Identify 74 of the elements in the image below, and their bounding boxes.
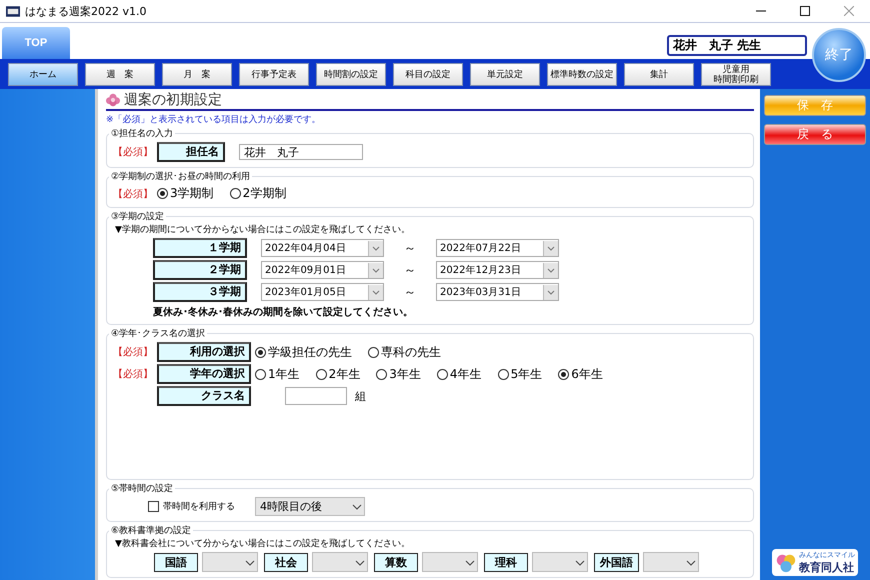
radio-option[interactable]: 学級担任の先生 — [255, 344, 352, 360]
radio-option[interactable]: 専科の先生 — [368, 344, 441, 360]
class-name-field[interactable] — [285, 387, 347, 405]
period-dropdown[interactable]: 4時限目の後 — [255, 497, 365, 516]
flower-icon — [106, 93, 120, 107]
radio-option[interactable]: 1年生 — [255, 366, 300, 382]
radio-option[interactable]: 5年生 — [498, 366, 542, 382]
section-title: ⑥教科書準拠の設定 — [110, 524, 192, 537]
publisher-dropdown[interactable] — [202, 552, 258, 572]
term-label: ３学期 — [153, 282, 247, 302]
date-picker[interactable]: 2023年03月31日 — [436, 283, 559, 301]
publisher-dropdown[interactable] — [643, 552, 699, 572]
teacher-name-field[interactable]: 花井 丸子 — [239, 144, 363, 160]
nav-tab[interactable]: 週 案 — [85, 62, 155, 86]
field-label: 利用の選択 — [157, 342, 251, 362]
back-button[interactable]: 戻 る — [764, 124, 866, 145]
subject-label: 国語 — [154, 552, 198, 572]
nav-tab[interactable]: 標準時数の設定 — [547, 62, 617, 86]
logo-name: 教育同人社 — [799, 560, 855, 575]
range-separator: ～ — [404, 284, 416, 300]
window-title: はなまる週案2022 v1.0 — [25, 4, 148, 18]
nav-tab[interactable]: 科目の設定 — [393, 62, 463, 86]
section-title: ⑤帯時間の設定 — [110, 482, 174, 495]
required-mark: 【必須】 — [113, 346, 153, 359]
subject-label: 算数 — [374, 552, 418, 572]
date-picker[interactable]: 2022年04月04日 — [261, 239, 384, 257]
publisher-dropdown[interactable] — [422, 552, 478, 572]
term-instruction: 夏休み･冬休み･春休みの期間を除いて設定してください。 — [153, 305, 414, 319]
date-picker[interactable]: 2023年01月05日 — [261, 283, 384, 301]
range-separator: ～ — [404, 262, 416, 278]
class-suffix: 組 — [355, 388, 366, 404]
required-mark: 【必須】 — [113, 146, 153, 159]
hint-text: ▼教科書会社について分からない場合にはこの設定を飛ばしてください。 — [115, 538, 411, 550]
section-title: ③学期の設定 — [110, 210, 166, 223]
date-picker[interactable]: 2022年09月01日 — [261, 261, 384, 279]
nav-tab[interactable]: ホーム — [8, 62, 78, 86]
range-separator: ～ — [404, 240, 416, 256]
app-icon — [6, 6, 20, 16]
nav-tab[interactable]: 児童用 時間割印刷 — [701, 62, 771, 86]
section-title: ①担任名の入力 — [110, 128, 174, 140]
publisher-dropdown[interactable] — [312, 552, 368, 572]
radio-option[interactable]: 2年生 — [316, 366, 360, 382]
subject-label: 社会 — [264, 552, 308, 572]
publisher-dropdown[interactable] — [532, 552, 588, 572]
nav-tab[interactable]: 単元設定 — [470, 62, 540, 86]
required-note: ※「必須」と表示されている項目は入力が必要です。 — [106, 114, 322, 126]
term-label: １学期 — [153, 238, 247, 258]
checkbox[interactable]: 帯時間を利用する — [148, 500, 235, 513]
radio-option[interactable]: 3年生 — [376, 366, 421, 382]
page-title: 週案の初期設定 — [124, 91, 222, 109]
field-label: 担任名 — [157, 142, 225, 162]
nav-tab[interactable]: 時間割の設定 — [316, 62, 386, 86]
date-picker[interactable]: 2022年07月22日 — [436, 239, 559, 257]
user-name-field: 花井 丸子 先生 — [667, 35, 807, 56]
subject-label: 理科 — [484, 552, 528, 572]
date-picker[interactable]: 2022年12月23日 — [436, 261, 559, 279]
nav-tab[interactable]: 集計 — [624, 62, 694, 86]
field-label: 学年の選択 — [157, 364, 251, 384]
section-title: ④学年･クラス名の選択 — [110, 328, 206, 340]
nav-tab[interactable]: 行事予定表 — [239, 62, 309, 86]
required-mark: 【必須】 — [113, 368, 153, 381]
radio-option[interactable]: 4年生 — [436, 366, 482, 382]
field-label: クラス名 — [157, 386, 251, 406]
close-icon[interactable] — [844, 6, 854, 16]
hint-text: ▼学期の期間について分からない場合にはこの設定を飛ばしてください。 — [115, 224, 411, 236]
section-title: ②学期制の選択･お昼の時間の利用 — [110, 170, 252, 183]
subject-label: 外国語 — [594, 552, 639, 572]
maximize-icon[interactable] — [800, 6, 810, 16]
radio-option[interactable]: 2学期制 — [230, 185, 286, 202]
required-mark: 【必須】 — [113, 188, 153, 200]
radio-option[interactable]: 6年生 — [558, 366, 603, 382]
radio-option[interactable]: 3学期制 — [157, 185, 214, 202]
term-label: ２学期 — [153, 260, 247, 280]
nav-tab[interactable]: 月 案 — [162, 62, 232, 86]
